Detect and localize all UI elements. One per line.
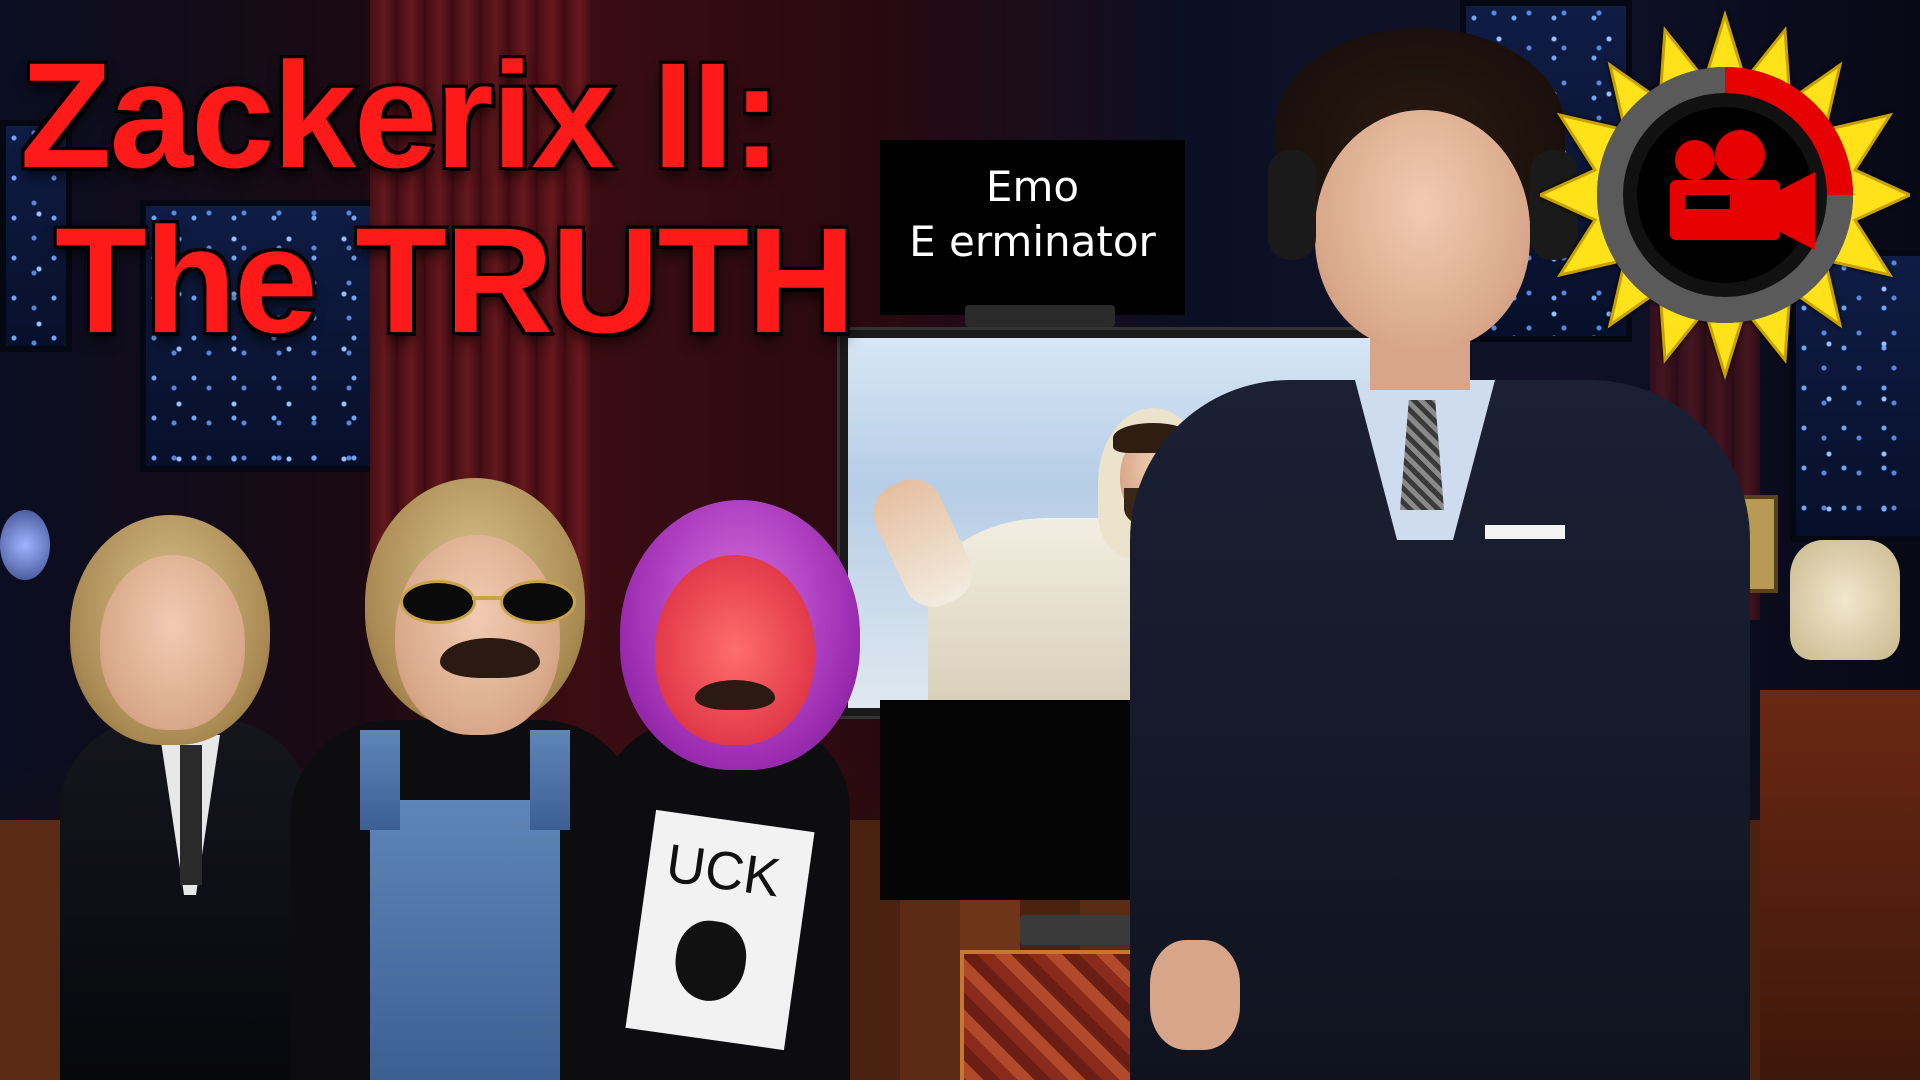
channel-logo [1540, 10, 1910, 381]
mustache-purple [695, 680, 775, 710]
mustache-overalls [440, 638, 540, 678]
main-person-left-hand [1150, 940, 1240, 1050]
side-table [1760, 690, 1920, 1080]
emo-exterminator-sign: Emo E erminator [880, 140, 1185, 315]
pocket-square [1485, 525, 1565, 539]
title-line-1: Zackerix II: [17, 31, 785, 199]
person-overalls-face [395, 535, 560, 735]
person-purple-face [655, 555, 815, 745]
person-overalls-strap-left [360, 730, 400, 830]
thumbnail-canvas: Emo E erminator UCK Zackerix II: The TRU… [0, 0, 1920, 1080]
sign-line-2: E erminator [909, 216, 1156, 266]
sunglasses-icon [400, 580, 576, 624]
sign-stand [965, 305, 1115, 327]
title-line-2: The TRUTH [52, 196, 859, 364]
person-suit-face [100, 555, 245, 730]
apple-icon [670, 916, 751, 1006]
sign-line-1: Emo [985, 162, 1080, 211]
lamp-glow [0, 510, 50, 580]
headphones-icon [1268, 120, 1578, 270]
person-suit-tie [180, 745, 202, 885]
person-overalls-bib [370, 800, 560, 1080]
handbag [1790, 540, 1900, 660]
shirt-print: UCK [625, 809, 815, 1051]
black-backdrop-panel [880, 700, 1150, 900]
person-overalls-strap-right [530, 730, 570, 830]
